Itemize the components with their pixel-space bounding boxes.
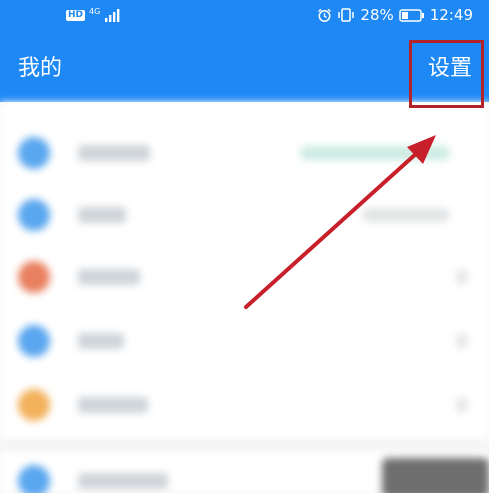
chevron-right-icon xyxy=(457,334,467,348)
settings-button[interactable]: 设置 xyxy=(428,56,472,82)
app-bar: 我的 设置 xyxy=(0,36,489,102)
clock: 12:49 xyxy=(429,6,473,24)
page-title: 我的 xyxy=(18,56,63,81)
list-item[interactable] xyxy=(0,182,489,248)
battery-icon xyxy=(399,8,424,22)
status-right-group: 28% 12:49 xyxy=(317,6,473,24)
list-item[interactable] xyxy=(0,244,489,310)
list-item[interactable] xyxy=(0,308,489,374)
hd-badge: HD xyxy=(66,9,86,21)
battery-percent: 28% xyxy=(360,6,394,24)
item-icon xyxy=(18,199,50,231)
vibrate-icon xyxy=(338,8,355,22)
status-bar: HD 4G 28% 12:49 xyxy=(0,0,489,36)
item-icon xyxy=(18,261,50,293)
value-pill xyxy=(362,208,450,222)
item-label-placeholder xyxy=(78,333,124,349)
item-label-placeholder xyxy=(78,473,168,489)
dark-overlay-block xyxy=(382,458,489,493)
network-type: 4G xyxy=(89,6,101,16)
item-icon xyxy=(18,137,50,169)
alarm-icon xyxy=(318,8,332,22)
item-label-placeholder xyxy=(78,269,140,285)
item-icon xyxy=(18,325,50,357)
item-icon xyxy=(18,465,50,493)
status-left-group: HD 4G xyxy=(66,6,120,22)
item-icon xyxy=(18,389,50,421)
list-item[interactable] xyxy=(0,120,489,186)
status-badge xyxy=(300,146,450,160)
chevron-right-icon xyxy=(457,270,467,284)
chevron-right-icon xyxy=(457,398,467,412)
item-label-placeholder xyxy=(78,207,126,223)
list-item[interactable] xyxy=(0,372,489,438)
menu-list xyxy=(0,102,489,493)
phone-screen: HD 4G 28% 12:49 我的 设置 xyxy=(0,0,489,493)
signal-icon xyxy=(105,9,120,22)
item-label-placeholder xyxy=(78,397,148,413)
item-label-placeholder xyxy=(78,145,150,161)
